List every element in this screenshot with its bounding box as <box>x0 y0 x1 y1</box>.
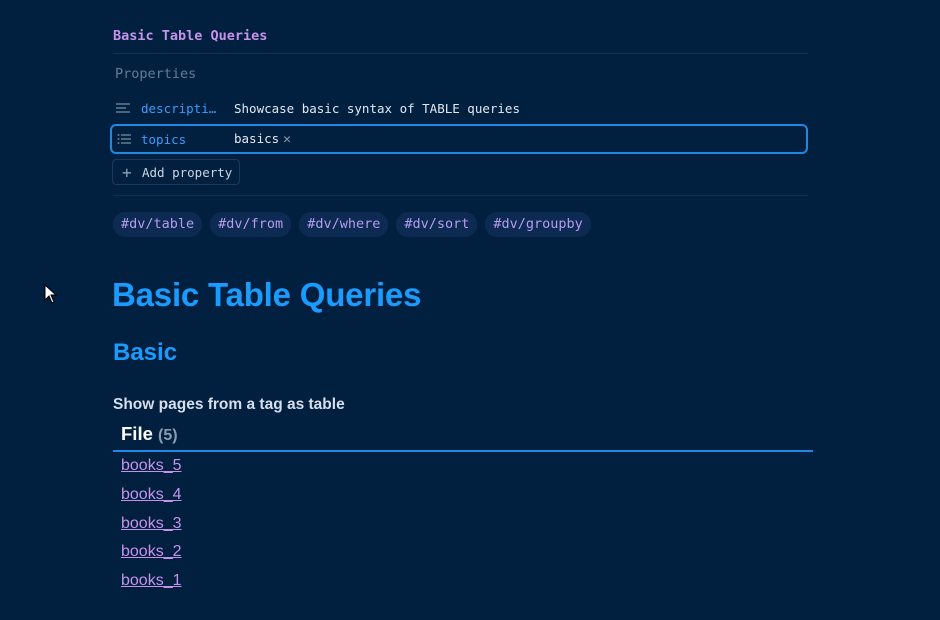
heading-2: Basic <box>113 339 178 366</box>
mouse-cursor-icon <box>44 284 58 304</box>
table-row-count: (5) <box>158 427 178 444</box>
property-value-description[interactable]: Showcase basic syntax of TABLE queries <box>234 101 520 116</box>
remove-icon[interactable]: ✕ <box>283 132 291 147</box>
add-property-button[interactable]: + Add property <box>112 159 240 185</box>
properties-divider <box>113 195 808 196</box>
tag-list: #dv/table #dv/from #dv/where #dv/sort #d… <box>113 212 591 237</box>
file-link[interactable]: books_4 <box>121 486 182 504</box>
tag-pill[interactable]: #dv/groupby <box>485 212 591 237</box>
table-header-file[interactable]: File (5) <box>121 423 178 445</box>
properties-heading[interactable]: Properties <box>115 66 196 82</box>
property-row-description[interactable]: descripti… Showcase basic syntax of TABL… <box>110 94 808 124</box>
file-link[interactable]: books_3 <box>121 515 182 533</box>
tag-pill[interactable]: #dv/where <box>299 212 389 237</box>
section-description: Show pages from a tag as table <box>113 396 345 413</box>
table-header-rule <box>113 450 813 452</box>
tag-pill[interactable]: #dv/table <box>113 212 203 237</box>
file-link[interactable]: books_2 <box>121 543 182 561</box>
title-divider <box>113 53 808 54</box>
file-link[interactable]: books_5 <box>121 457 182 475</box>
text-lines-icon <box>116 103 130 113</box>
tag-pill[interactable]: #dv/from <box>210 212 292 237</box>
property-row-topics[interactable]: topics basics ✕ <box>110 124 808 154</box>
tag-pill[interactable]: #dv/sort <box>396 212 478 237</box>
property-key-topics[interactable]: topics <box>141 132 219 147</box>
topic-pill-label: basics <box>234 131 280 146</box>
property-key-description[interactable]: descripti… <box>141 101 219 116</box>
inline-title[interactable]: Basic Table Queries <box>113 28 267 44</box>
plus-icon: + <box>122 163 132 182</box>
table-header-label: File <box>121 423 153 444</box>
list-icon <box>117 134 131 144</box>
add-property-label: Add property <box>142 165 233 180</box>
file-link[interactable]: books_1 <box>121 572 182 590</box>
heading-1: Basic Table Queries <box>112 276 422 313</box>
topic-pill[interactable]: basics ✕ <box>234 131 291 147</box>
